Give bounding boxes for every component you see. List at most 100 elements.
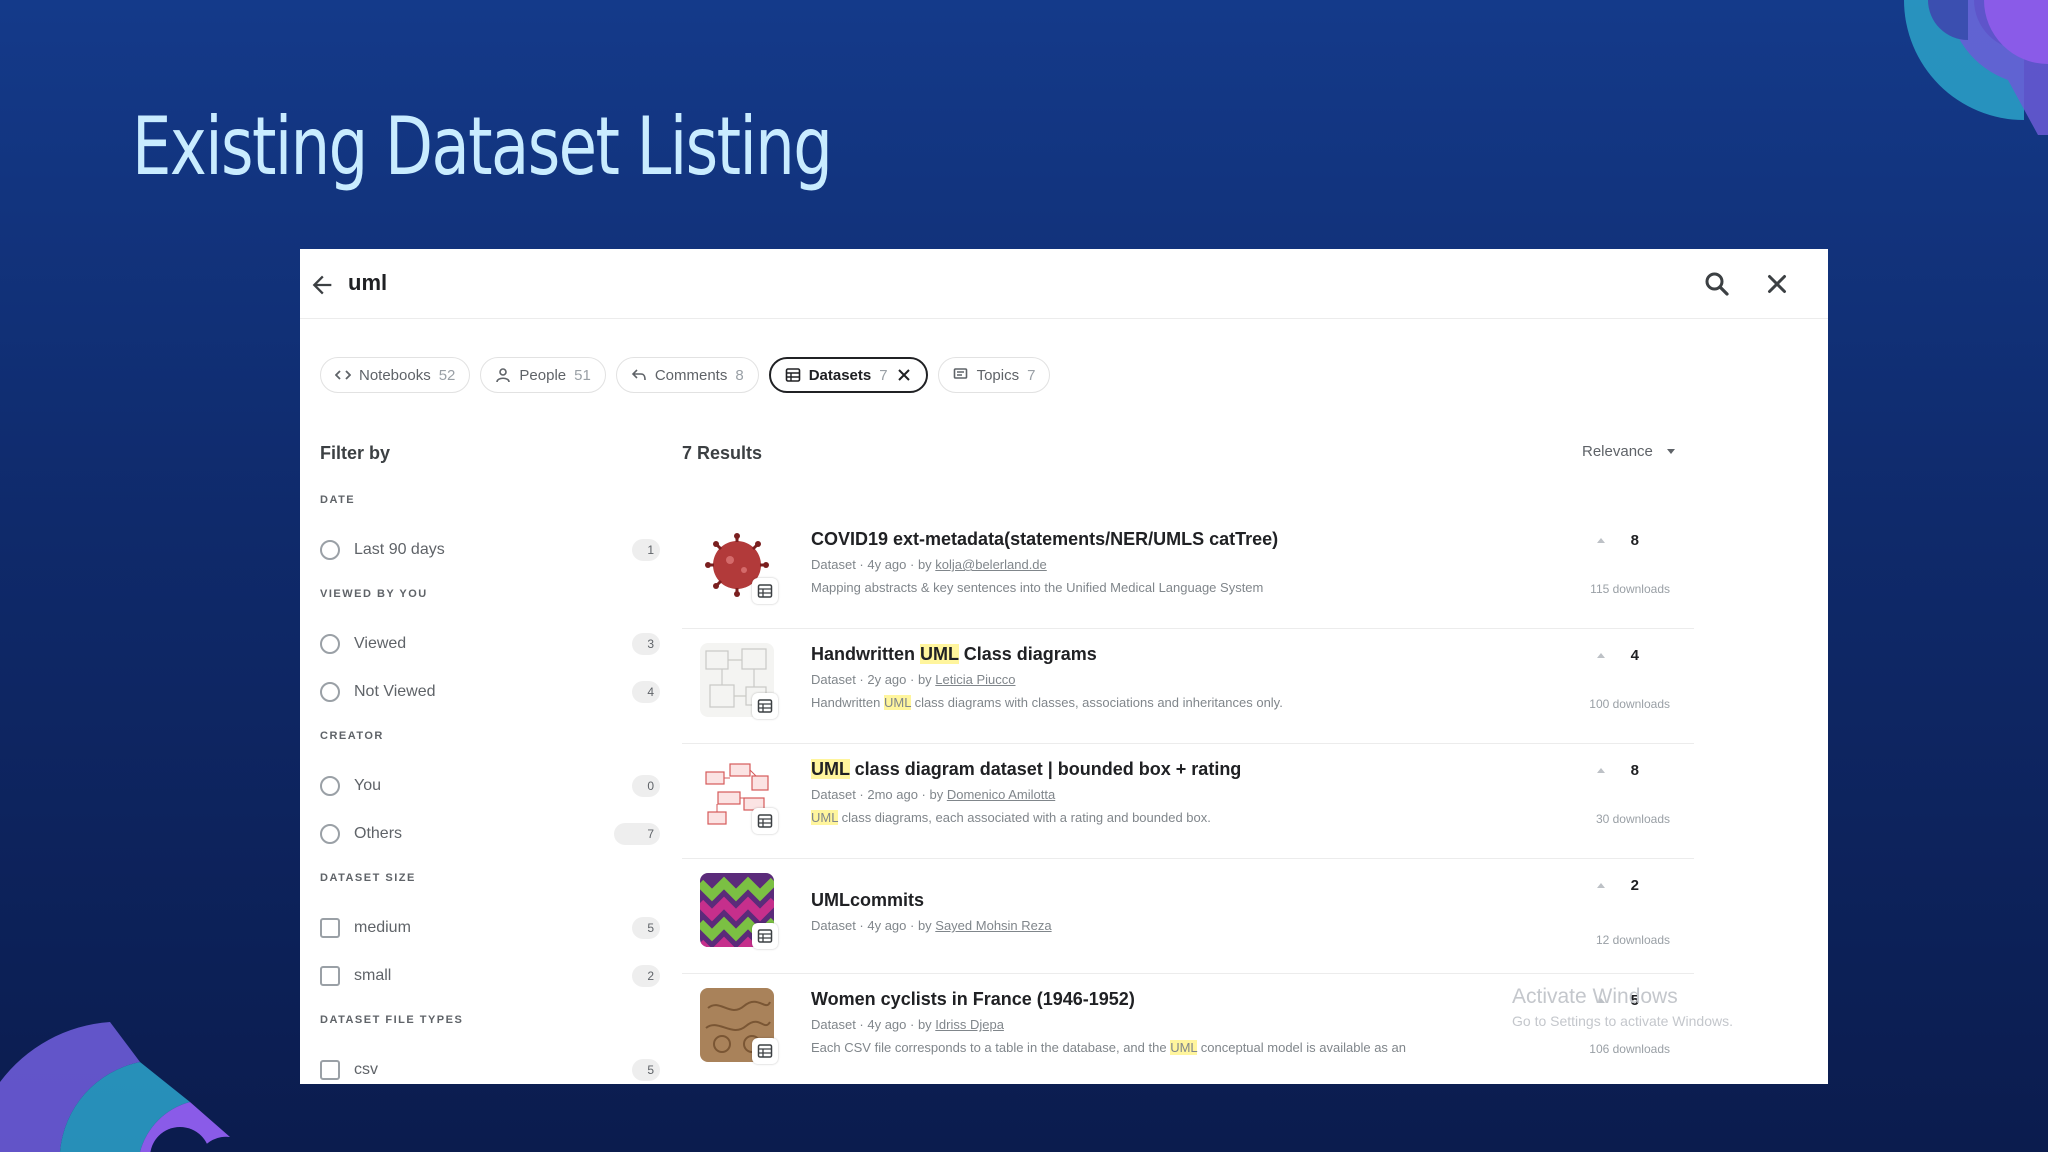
author-link[interactable]: Idriss Djepa: [935, 1017, 1004, 1032]
checkbox[interactable]: [320, 918, 340, 938]
upvote-arrow-icon: [1597, 882, 1605, 888]
filter-title: Filter by: [320, 443, 391, 463]
close-icon[interactable]: [1762, 269, 1792, 299]
vote-count: 2: [1630, 876, 1639, 894]
filter-option[interactable]: Viewed 3: [320, 620, 660, 668]
filter-group-date: DATE Last 90 days 1: [320, 494, 660, 574]
filter-option[interactable]: Last 90 days 1: [320, 526, 660, 574]
author-link[interactable]: kolja@belerland.de: [935, 557, 1047, 572]
table-icon: [752, 808, 778, 834]
dataset-title[interactable]: UML class diagram dataset | bounded box …: [811, 759, 1241, 780]
author-link[interactable]: Domenico Amilotta: [947, 787, 1055, 802]
dataset-title[interactable]: COVID19 ext-metadata(statements/NER/UMLS…: [811, 529, 1278, 550]
close-icon[interactable]: [896, 367, 912, 383]
radio-button[interactable]: [320, 540, 340, 560]
activation-watermark: Activate Windows Go to Settings to activ…: [1512, 985, 1733, 1029]
radio-button[interactable]: [320, 824, 340, 844]
vote-count: 8: [1630, 761, 1639, 779]
watermark-subtitle: Go to Settings to activate Windows.: [1512, 1013, 1733, 1029]
filter-count-badge: 5: [632, 1059, 660, 1081]
upvote-button[interactable]: 2: [1587, 868, 1649, 902]
upvote-arrow-icon: [1597, 652, 1605, 658]
filter-group-label: CREATOR: [320, 730, 384, 742]
slide-title: Existing Dataset Listing: [132, 100, 833, 193]
list-item[interactable]: Handwritten UML Class diagrams Dataset ·…: [682, 629, 1694, 744]
list-item[interactable]: COVID19 ext-metadata(statements/NER/UMLS…: [682, 514, 1694, 629]
filter-option[interactable]: small 2: [320, 952, 660, 1000]
filter-count-badge: 7: [614, 823, 660, 845]
download-count: 100 downloads: [1589, 697, 1670, 711]
list-item[interactable]: UMLcommits Dataset · 4y ago · by Sayed M…: [682, 859, 1694, 974]
result-type-tabs: Notebooks 52 People 51 Comments 8 Datase…: [320, 357, 1051, 393]
dataset-title[interactable]: UMLcommits: [811, 890, 924, 911]
checkbox[interactable]: [320, 1060, 340, 1080]
filter-sidebar: DATE Last 90 days 1 VIEWED BY YOU Viewed…: [320, 494, 660, 1084]
filter-option[interactable]: You 0: [320, 762, 660, 810]
filter-group-creator: CREATOR You 0 Others 7: [320, 730, 660, 858]
radio-button[interactable]: [320, 776, 340, 796]
filter-option-label: medium: [354, 919, 411, 936]
upvote-button[interactable]: 4: [1587, 638, 1649, 672]
filter-option[interactable]: csv 5: [320, 1046, 660, 1084]
dataset-title[interactable]: Women cyclists in France (1946-1952): [811, 989, 1135, 1010]
search-query[interactable]: uml: [348, 270, 387, 296]
tab-datasets[interactable]: Datasets 7: [768, 357, 928, 393]
dataset-description: Handwritten UML class diagrams with clas…: [811, 695, 1283, 710]
dataset-meta: Dataset · 2mo ago · by Domenico Amilotta: [811, 787, 1055, 802]
tab-count: 51: [574, 366, 591, 384]
tab-comments[interactable]: Comments 8: [615, 357, 759, 393]
download-count: 106 downloads: [1589, 1042, 1670, 1056]
checkbox[interactable]: [320, 966, 340, 986]
decorative-arc-top-right: [1904, 0, 2048, 135]
list-item[interactable]: UML class diagram dataset | bounded box …: [682, 744, 1694, 859]
filter-group-size: DATASET SIZE medium 5 small 2: [320, 872, 660, 1000]
upvote-button[interactable]: 8: [1587, 523, 1649, 557]
filter-option[interactable]: medium 5: [320, 904, 660, 952]
arrow-left-icon[interactable]: [308, 271, 336, 299]
filter-option-label: small: [354, 967, 392, 984]
dataset-description: UML class diagrams, each associated with…: [811, 810, 1211, 825]
tab-label: People: [519, 366, 567, 384]
filter-group-label: DATASET FILE TYPES: [320, 1014, 464, 1026]
code-icon: [335, 370, 351, 380]
tab-people[interactable]: People 51: [480, 357, 606, 393]
filter-count-badge: 5: [632, 917, 660, 939]
tab-label: Datasets: [808, 366, 872, 384]
vote-count: 4: [1630, 646, 1639, 664]
download-count: 115 downloads: [1590, 582, 1670, 596]
filter-group-viewed: VIEWED BY YOU Viewed 3 Not Viewed 4: [320, 588, 660, 716]
search-icon[interactable]: [1702, 269, 1732, 299]
table-icon: [752, 578, 778, 604]
radio-button[interactable]: [320, 634, 340, 654]
search-results-screenshot: uml Notebooks 52 People 51 Comments 8 Da…: [300, 249, 1828, 1084]
dataset-title[interactable]: Handwritten UML Class diagrams: [811, 644, 1097, 665]
upvote-arrow-icon: [1597, 537, 1605, 543]
sort-dropdown[interactable]: Relevance: [1582, 443, 1675, 460]
filter-option[interactable]: Not Viewed 4: [320, 668, 660, 716]
meta-text: Dataset · 4y ago · by: [811, 1017, 936, 1032]
tab-topics[interactable]: Topics 7: [937, 357, 1051, 393]
forum-icon: [953, 368, 967, 379]
filter-option[interactable]: Others 7: [320, 810, 660, 858]
dataset-description: Each CSV file corresponds to a table in …: [811, 1040, 1407, 1055]
download-count: 30 downloads: [1595, 812, 1670, 826]
author-link[interactable]: Sayed Mohsin Reza: [935, 918, 1051, 933]
vote-count: 8: [1630, 531, 1639, 549]
search-bar: uml: [300, 249, 1828, 319]
tab-label: Comments: [654, 366, 728, 384]
upvote-button[interactable]: 8: [1587, 753, 1649, 787]
author-link[interactable]: Leticia Piucco: [935, 672, 1015, 687]
tab-notebooks[interactable]: Notebooks 52: [320, 357, 471, 393]
filter-count-badge: 3: [632, 633, 660, 655]
meta-text: Dataset · 2y ago · by: [811, 672, 936, 687]
radio-button[interactable]: [320, 682, 340, 702]
table-icon: [752, 923, 778, 949]
filter-group-label: VIEWED BY YOU: [320, 588, 428, 600]
filter-count-badge: 1: [632, 539, 660, 561]
reply-icon: [631, 369, 646, 381]
dataset-meta: Dataset · 4y ago · by kolja@belerland.de: [811, 557, 1047, 572]
dataset-meta: Dataset · 4y ago · by Sayed Mohsin Reza: [811, 918, 1052, 933]
download-count: 12 downloads: [1595, 933, 1670, 947]
table-icon: [752, 693, 778, 719]
table-icon: [752, 1038, 778, 1064]
